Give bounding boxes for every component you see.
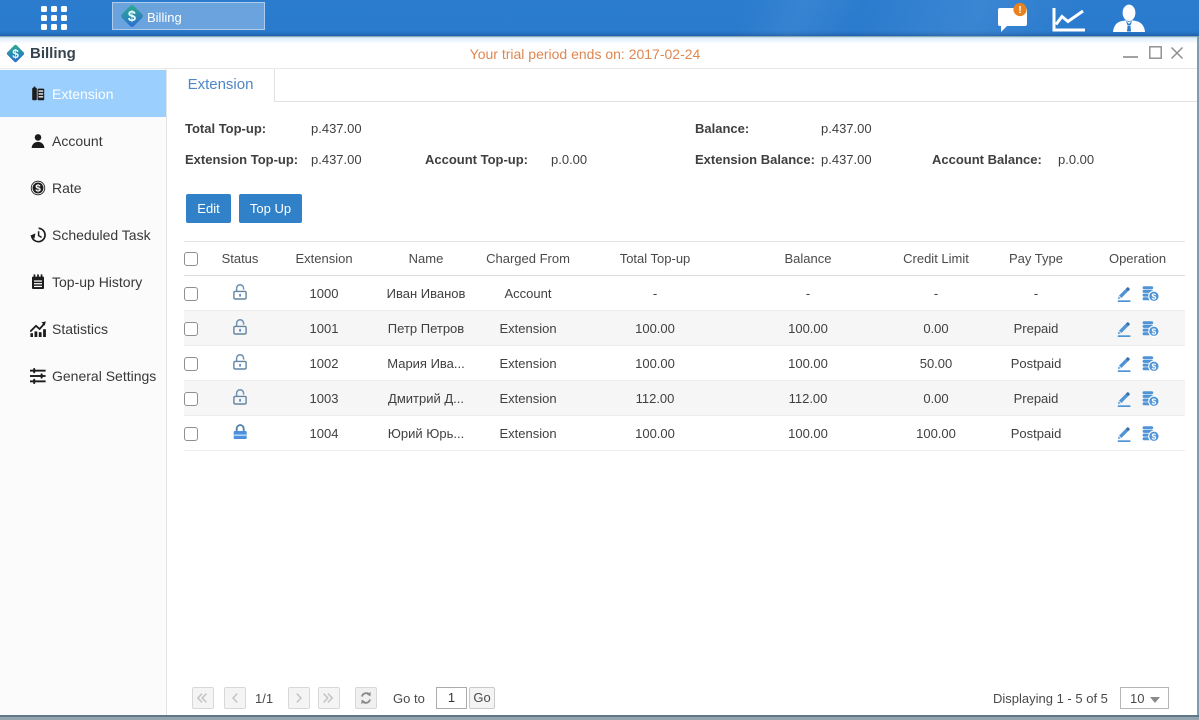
svg-text:$: $ <box>128 9 136 25</box>
svg-text:!: ! <box>1018 4 1022 16</box>
svg-text:$: $ <box>35 184 41 195</box>
